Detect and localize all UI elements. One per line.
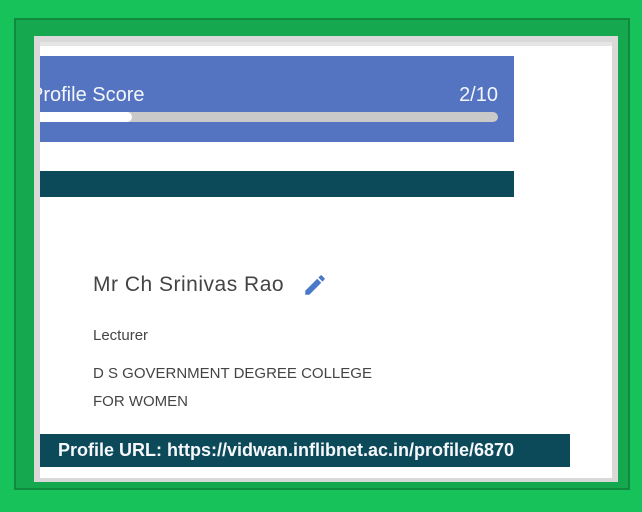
profile-url-text[interactable]: Profile URL: https://vidwan.inflibnet.ac… bbox=[58, 440, 514, 461]
section-header-bar bbox=[40, 171, 514, 197]
profile-score-progress-track bbox=[40, 112, 498, 122]
profile-institution: D S GOVERNMENT DEGREE COLLEGE FOR WOMEN bbox=[93, 360, 453, 416]
card-top-divider bbox=[40, 42, 612, 46]
institution-line-2: FOR WOMEN bbox=[93, 393, 188, 410]
profile-url-bar[interactable]: Profile URL: https://vidwan.inflibnet.ac… bbox=[40, 434, 570, 467]
profile-designation: Lecturer bbox=[93, 327, 149, 344]
profile-name-row: Mr Ch Srinivas Rao bbox=[93, 272, 328, 298]
profile-card: Profile Score 2/10 Mr Ch Srinivas Rao Le… bbox=[40, 42, 612, 478]
profile-score-value: 2/10 bbox=[459, 84, 498, 106]
profile-score-progress-fill bbox=[40, 112, 132, 122]
pencil-icon[interactable] bbox=[302, 272, 328, 298]
profile-score-label: Profile Score bbox=[40, 84, 145, 106]
profile-score-panel: Profile Score 2/10 bbox=[40, 56, 514, 142]
institution-line-1: D S GOVERNMENT DEGREE COLLEGE bbox=[93, 365, 372, 382]
profile-name: Mr Ch Srinivas Rao bbox=[93, 273, 285, 296]
